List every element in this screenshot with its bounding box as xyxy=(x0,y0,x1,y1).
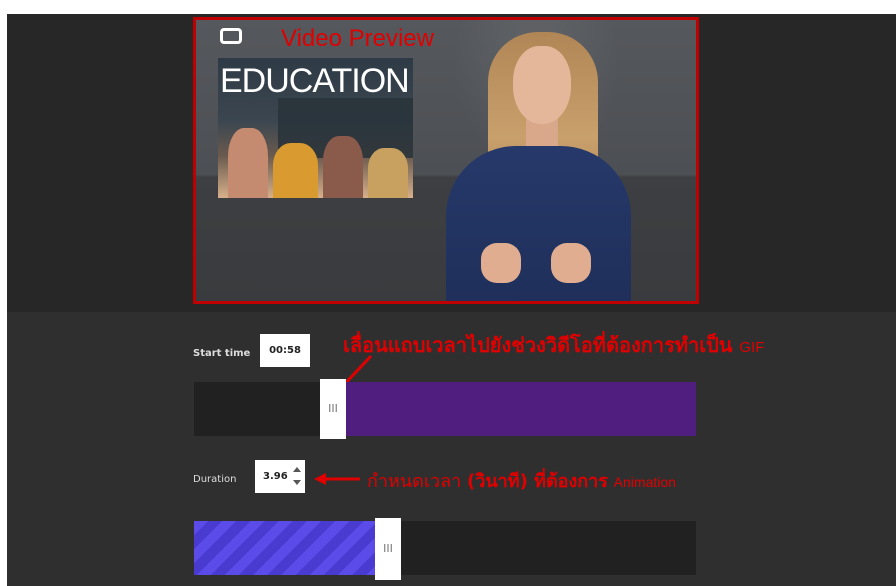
duration-value: 3.96 xyxy=(263,471,288,482)
preview-area: EDUCATION Video Preview xyxy=(7,14,896,312)
duration-handle[interactable]: III xyxy=(375,518,401,580)
start-time-input[interactable]: 00:58 xyxy=(260,334,310,367)
education-title: EDUCATION xyxy=(220,62,410,100)
duration-slider[interactable]: III xyxy=(194,518,696,580)
selected-range xyxy=(346,382,696,436)
start-annotation-suffix: GIF xyxy=(739,339,765,356)
duration-label: Duration xyxy=(193,474,237,485)
duration-annotation: กำหนดเวลา (วินาที) ที่ต้องการ Animation xyxy=(367,466,676,495)
duration-fill xyxy=(194,521,375,575)
start-time-slider[interactable]: III xyxy=(194,379,696,439)
duration-annotation-prefix: กำหนดเวลา xyxy=(367,471,462,492)
duration-annotation-suffix: Animation xyxy=(613,474,676,490)
video-preview[interactable]: EDUCATION Video Preview xyxy=(193,17,699,304)
start-annotation-text: เลื่อนแถบเวลาไปยังช่วงวิดีโอที่ต้องการทำ… xyxy=(343,333,733,357)
start-time-handle[interactable]: III xyxy=(320,379,346,439)
video-preview-label: Video Preview xyxy=(281,25,434,52)
start-annotation: เลื่อนแถบเวลาไปยังช่วงวิดีโอที่ต้องการทำ… xyxy=(343,329,764,361)
spin-down-icon[interactable] xyxy=(293,480,301,485)
gif-controls: Start time 00:58 เลื่อนแถบเวลาไปยังช่วงว… xyxy=(7,312,896,586)
fullscreen-icon[interactable] xyxy=(220,28,242,44)
start-time-label: Start time xyxy=(193,348,251,359)
duration-annotation-bold: (วินาที) ที่ต้องการ xyxy=(467,471,608,492)
spin-up-icon[interactable] xyxy=(293,467,301,472)
duration-annotation-arrow xyxy=(314,473,360,485)
presenter xyxy=(446,28,631,301)
duration-spinner[interactable] xyxy=(291,460,303,493)
gif-maker-page: EDUCATION Video Preview Start time 00:58… xyxy=(7,14,896,586)
